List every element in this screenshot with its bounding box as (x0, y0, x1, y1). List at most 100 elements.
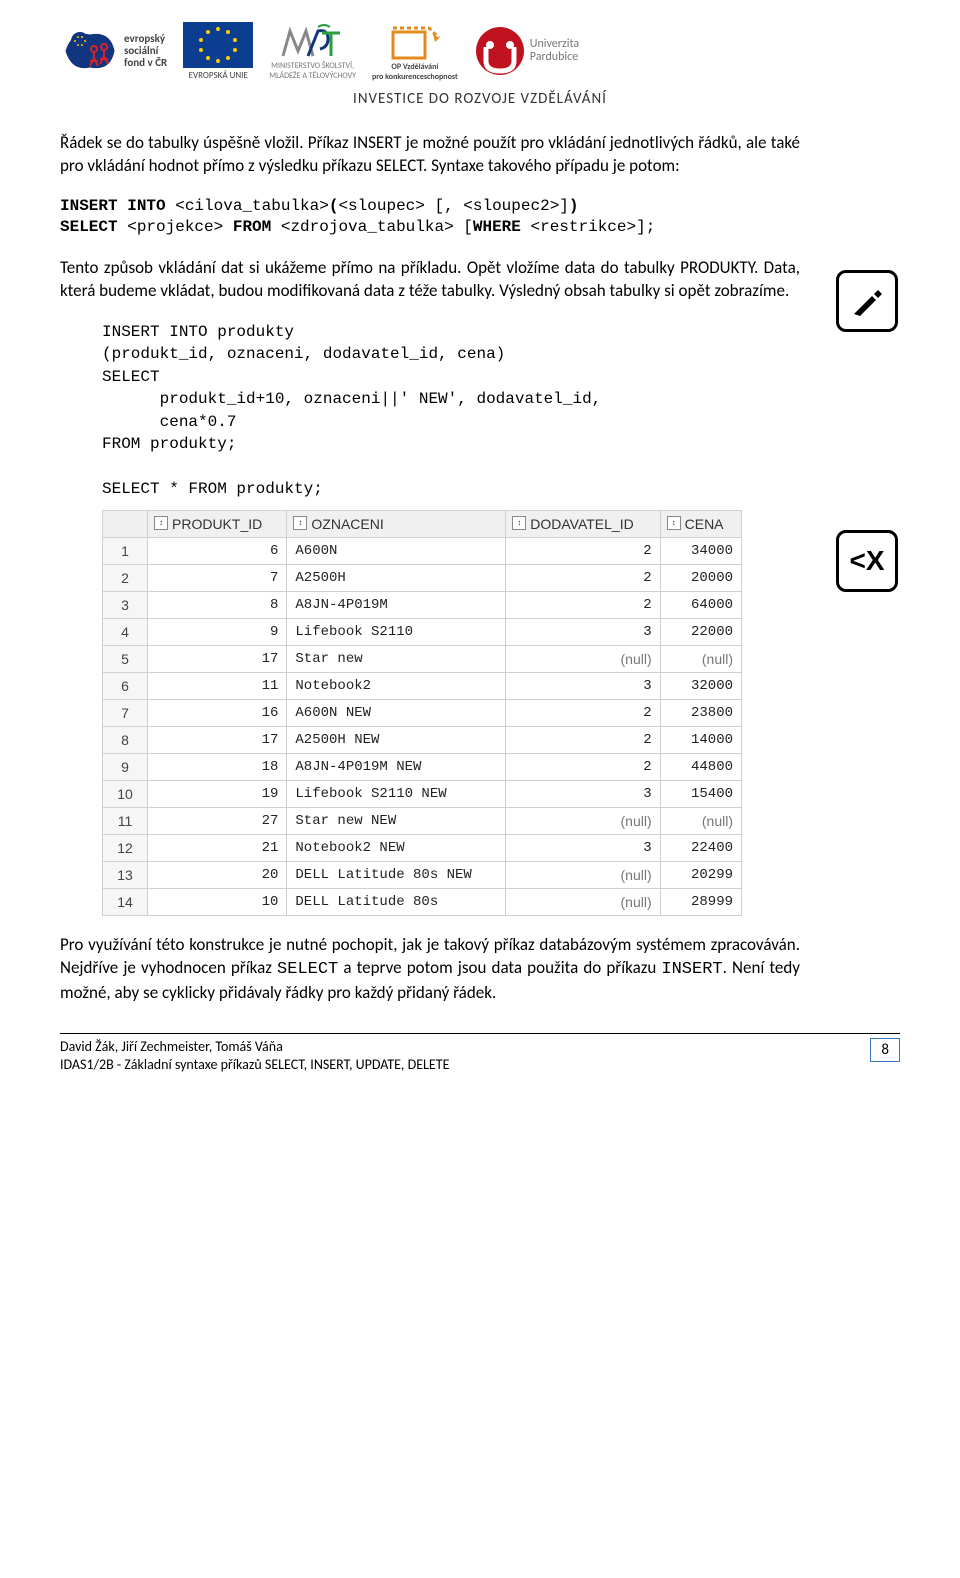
cell-dodavatel-id: 2 (506, 592, 660, 619)
table-row[interactable]: 1320DELL Latitude 80s NEW(null)20299 (103, 862, 742, 889)
cell-dodavatel-id: 3 (506, 619, 660, 646)
logo-eu-text: EVROPSKÁ UNIE (189, 70, 248, 81)
logo-msmt: MINISTERSTVO ŠKOLSTVÍ, MLÁDEŽE A TĚLOVÝC… (269, 21, 356, 81)
cell-cena: (null) (660, 808, 741, 835)
cell-dodavatel-id: (null) (506, 862, 660, 889)
table-row[interactable]: 1221Notebook2 NEW322400 (103, 835, 742, 862)
cell-produkt-id: 7 (148, 565, 287, 592)
logo-op: OP Vzdělávání pro konkurenceschopnost (372, 20, 458, 82)
table-row[interactable]: 517Star new(null)(null) (103, 646, 742, 673)
row-number: 11 (103, 808, 148, 835)
paragraph-2: Tento způsob vkládání dat si ukážeme pří… (60, 257, 800, 303)
cell-dodavatel-id: 2 (506, 754, 660, 781)
cell-oznaceni: DELL Latitude 80s (287, 889, 506, 916)
cell-cena: 28999 (660, 889, 741, 916)
table-header-row: ↕PRODUKT_ID ↕OZNACENI ↕DODAVATEL_ID ↕CEN… (103, 511, 742, 538)
cell-oznaceni: A600N NEW (287, 700, 506, 727)
cell-oznaceni: Notebook2 NEW (287, 835, 506, 862)
logo-op-line2: pro konkurenceschopnost (372, 72, 458, 82)
cell-oznaceni: Star new NEW (287, 808, 506, 835)
cell-oznaceni: DELL Latitude 80s NEW (287, 862, 506, 889)
cell-oznaceni: Lifebook S2110 NEW (287, 781, 506, 808)
logo-esf-text: evropský sociální fond v ČR (124, 33, 167, 69)
row-number: 6 (103, 673, 148, 700)
col-dodavatel-id[interactable]: ↕DODAVATEL_ID (506, 511, 660, 538)
cell-produkt-id: 10 (148, 889, 287, 916)
row-number: 13 (103, 862, 148, 889)
cell-oznaceni: Lifebook S2110 (287, 619, 506, 646)
row-number: 2 (103, 565, 148, 592)
cell-oznaceni: A2500H NEW (287, 727, 506, 754)
cell-cena: 23800 (660, 700, 741, 727)
row-number-header (103, 511, 148, 538)
cell-cena: 22400 (660, 835, 741, 862)
table-row[interactable]: 817A2500H NEW214000 (103, 727, 742, 754)
table-row[interactable]: 611Notebook2332000 (103, 673, 742, 700)
logo-upce-text: Univerzita Pardubice (530, 38, 579, 64)
sort-icon: ↕ (512, 516, 526, 530)
footer-course: IDAS1/2B - Základní syntaxe příkazů SELE… (60, 1056, 449, 1074)
cell-produkt-id: 9 (148, 619, 287, 646)
cell-cena: 34000 (660, 538, 741, 565)
page-number: 8 (870, 1038, 900, 1062)
cell-dodavatel-id: 3 (506, 781, 660, 808)
logo-msmt-line1: MINISTERSTVO ŠKOLSTVÍ, (269, 61, 356, 71)
col-cena[interactable]: ↕CENA (660, 511, 741, 538)
cell-produkt-id: 17 (148, 646, 287, 673)
table-row[interactable]: 1410DELL Latitude 80s(null)28999 (103, 889, 742, 916)
cell-dodavatel-id: (null) (506, 646, 660, 673)
cell-cena: 20000 (660, 565, 741, 592)
table-row[interactable]: 918A8JN-4P019M NEW244800 (103, 754, 742, 781)
cell-dodavatel-id: (null) (506, 808, 660, 835)
cell-produkt-id: 20 (148, 862, 287, 889)
table-row[interactable]: 1019Lifebook S2110 NEW315400 (103, 781, 742, 808)
header-tagline: INVESTICE DO ROZVOJE VZDĚLÁVÁNÍ (60, 90, 900, 108)
cell-produkt-id: 16 (148, 700, 287, 727)
logo-op-line1: OP Vzdělávání (372, 62, 458, 72)
table-row[interactable]: 38A8JN-4P019M264000 (103, 592, 742, 619)
row-number: 7 (103, 700, 148, 727)
cell-produkt-id: 19 (148, 781, 287, 808)
cell-produkt-id: 18 (148, 754, 287, 781)
row-number: 8 (103, 727, 148, 754)
header-logos: evropský sociální fond v ČR EVROPSKÁ UNI… (60, 20, 900, 82)
cell-dodavatel-id: (null) (506, 889, 660, 916)
cell-cena: 20299 (660, 862, 741, 889)
cell-oznaceni: A600N (287, 538, 506, 565)
cell-dodavatel-id: 2 (506, 700, 660, 727)
cell-oznaceni: Star new (287, 646, 506, 673)
code-example: INSERT INTO produkty (produkt_id, oznace… (102, 321, 900, 500)
cell-cena: 22000 (660, 619, 741, 646)
cell-oznaceni: A8JN-4P019M NEW (287, 754, 506, 781)
cell-oznaceni: A2500H (287, 565, 506, 592)
cell-cena: 14000 (660, 727, 741, 754)
code-syntax: INSERT INTO <cilova_tabulka>(<sloupec> [… (60, 196, 900, 239)
cell-produkt-id: 11 (148, 673, 287, 700)
cell-dodavatel-id: 3 (506, 673, 660, 700)
logo-esf: evropský sociální fond v ČR (60, 27, 167, 75)
cell-dodavatel-id: 2 (506, 565, 660, 592)
col-produkt-id[interactable]: ↕PRODUKT_ID (148, 511, 287, 538)
table-row[interactable]: 27A2500H220000 (103, 565, 742, 592)
table-row[interactable]: 716A600N NEW223800 (103, 700, 742, 727)
logo-eu: EVROPSKÁ UNIE (183, 22, 253, 81)
row-number: 14 (103, 889, 148, 916)
pencil-icon (836, 270, 898, 332)
sort-icon: ↕ (667, 516, 681, 530)
cell-oznaceni: A8JN-4P019M (287, 592, 506, 619)
sort-icon: ↕ (293, 516, 307, 530)
cell-produkt-id: 6 (148, 538, 287, 565)
row-number: 1 (103, 538, 148, 565)
cell-cena: 15400 (660, 781, 741, 808)
table-row[interactable]: 49Lifebook S2110322000 (103, 619, 742, 646)
table-row[interactable]: 16A600N234000 (103, 538, 742, 565)
cell-cena: 32000 (660, 673, 741, 700)
cell-cena: 64000 (660, 592, 741, 619)
sort-icon: ↕ (154, 516, 168, 530)
cell-dodavatel-id: 2 (506, 727, 660, 754)
table-row[interactable]: 1127Star new NEW(null)(null) (103, 808, 742, 835)
row-number: 9 (103, 754, 148, 781)
cell-cena: (null) (660, 646, 741, 673)
col-oznaceni[interactable]: ↕OZNACENI (287, 511, 506, 538)
row-number: 3 (103, 592, 148, 619)
